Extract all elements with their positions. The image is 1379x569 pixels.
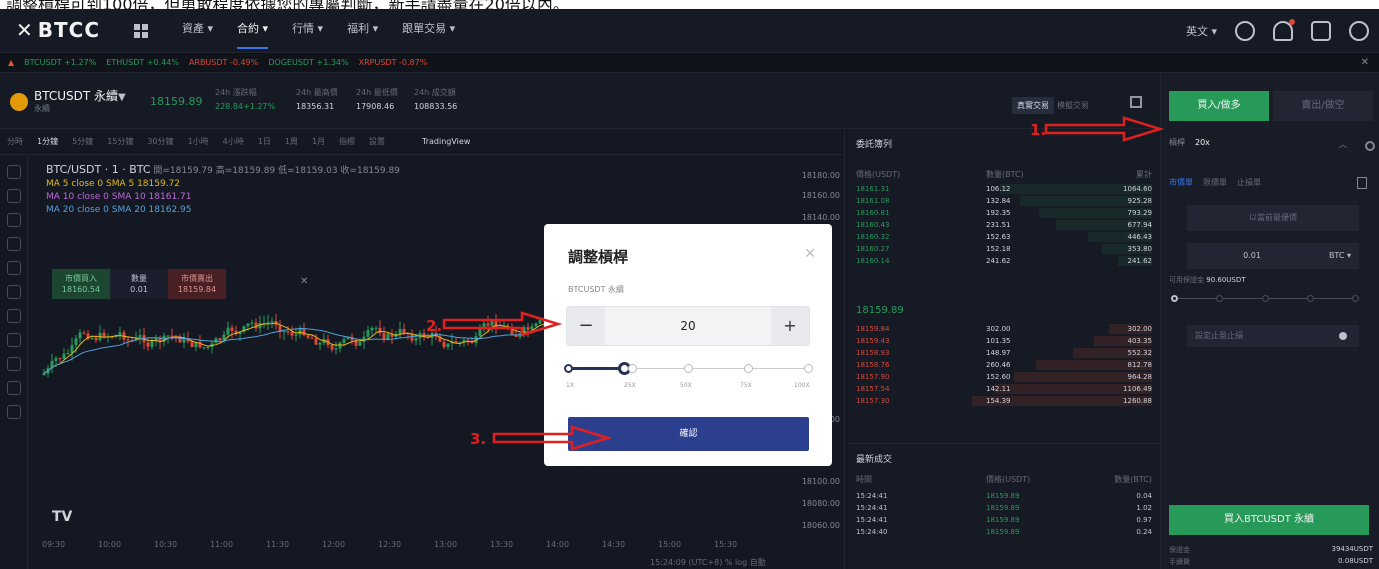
slider-stop[interactable] xyxy=(564,364,573,373)
slider-stop[interactable] xyxy=(628,364,637,373)
slider-stop[interactable] xyxy=(804,364,813,373)
annotation-2: 2. xyxy=(426,317,443,335)
leverage-input[interactable]: 20 xyxy=(605,307,771,345)
slider-stop[interactable] xyxy=(744,364,753,373)
modal-symbol: BTCUSDT 永續 xyxy=(568,285,625,294)
close-icon[interactable]: ✕ xyxy=(804,246,816,262)
annotation-3: 3. xyxy=(470,430,487,448)
top-caption: 調整槓桿可到100倍，但勇敢程度依據您的專屬判斷，新手請盡量在20倍以內。 xyxy=(0,0,1379,9)
increase-button[interactable]: + xyxy=(771,307,809,345)
annotation-arrow-1 xyxy=(1044,116,1164,142)
leverage-stepper: − 20 + xyxy=(566,306,810,346)
modal-title: 調整槓桿 xyxy=(568,248,629,266)
annotation-arrow-3 xyxy=(492,425,612,451)
slider-stop[interactable] xyxy=(684,364,693,373)
annotation-arrow-2 xyxy=(442,311,562,337)
decrease-button[interactable]: − xyxy=(567,307,605,345)
leverage-slider[interactable] xyxy=(564,362,813,375)
trading-app: ✕ BTCC 資產 ▾ 合約 ▾ 行情 ▾ 福利 ▾ 跟單交易 ▾ 英文 ▾ ▲ … xyxy=(0,9,1379,569)
